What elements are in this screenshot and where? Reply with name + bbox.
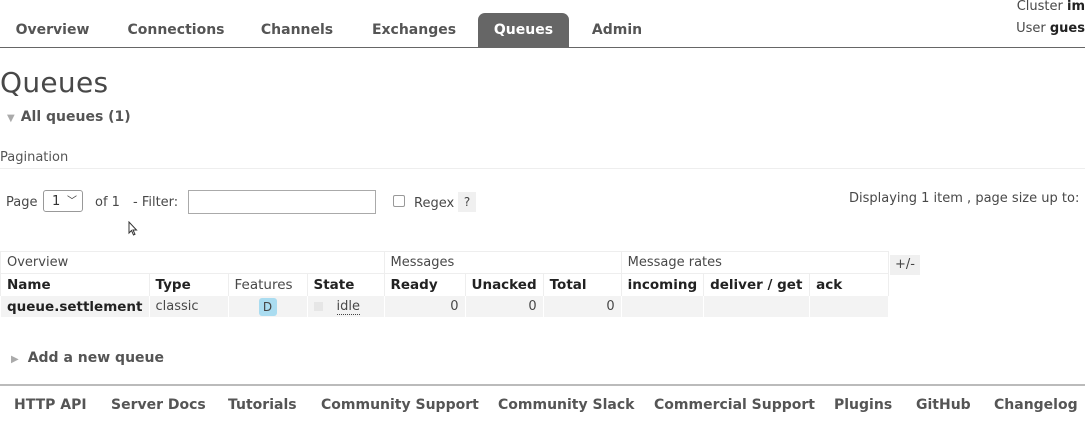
footer-link-community-support[interactable]: Community Support: [321, 397, 479, 413]
footer-link-github[interactable]: GitHub: [916, 397, 971, 413]
footer-link-server-docs[interactable]: Server Docs: [111, 397, 206, 413]
all-queues-toggle[interactable]: ▼ All queues (1): [7, 109, 131, 125]
col-total[interactable]: Total: [542, 273, 622, 296]
cluster-info: Cluster im User gues: [1016, 0, 1085, 40]
triangle-right-icon: ▶: [11, 354, 19, 365]
durable-badge: D: [258, 297, 277, 316]
group-overview: Overview: [0, 251, 385, 274]
col-features: Features: [227, 273, 308, 296]
filter-label: - Filter:: [133, 195, 179, 210]
queue-incoming: [620, 295, 705, 318]
col-deliver-get[interactable]: deliver / get: [703, 273, 811, 296]
page-count-label: of 1: [95, 195, 120, 210]
tab-overview[interactable]: Overview: [0, 13, 105, 47]
regex-label: Regex: [414, 196, 455, 211]
page-select[interactable]: 1 ﹀: [43, 190, 83, 212]
page-label: Page: [6, 195, 38, 210]
page-select-value: 1: [52, 194, 61, 209]
queue-name-link[interactable]: queue.settlement: [0, 295, 150, 318]
footer: HTTP API Server Docs Tutorials Community…: [0, 384, 1085, 437]
queue-ack: [809, 295, 890, 318]
tab-connections[interactable]: Connections: [116, 13, 236, 47]
add-queue-toggle[interactable]: ▶ Add a new queue: [11, 350, 164, 366]
queue-type: classic: [148, 295, 229, 318]
tab-channels[interactable]: Channels: [248, 13, 346, 47]
tab-admin[interactable]: Admin: [578, 13, 656, 47]
queue-unacked: 0: [464, 295, 544, 318]
col-name[interactable]: Name: [0, 273, 150, 296]
col-ready[interactable]: Ready: [383, 273, 466, 296]
footer-link-commercial-support[interactable]: Commercial Support: [654, 397, 815, 413]
toggle-columns-button[interactable]: +/-: [890, 255, 920, 275]
triangle-down-icon: ▼: [7, 113, 15, 124]
help-button[interactable]: ?: [458, 192, 476, 212]
footer-link-community-slack[interactable]: Community Slack: [498, 397, 634, 413]
col-state[interactable]: State: [306, 273, 385, 296]
group-messages: Messages: [383, 251, 622, 274]
displaying-text: Displaying 1 item , page size up to:: [849, 191, 1080, 206]
state-indicator-icon: [313, 302, 323, 311]
filter-input[interactable]: [188, 190, 376, 214]
user-value[interactable]: gues: [1050, 21, 1085, 36]
col-incoming[interactable]: incoming: [620, 273, 705, 296]
queue-total: 0: [542, 295, 622, 318]
mouse-cursor-icon: [128, 221, 138, 236]
cluster-label: Cluster: [1016, 0, 1063, 14]
page-title: Queues: [0, 66, 109, 99]
all-queues-label: All queues (1): [20, 109, 131, 125]
table-row: queue.settlement classic D idle 0 0 0: [0, 295, 890, 318]
chevron-down-icon: ﹀: [67, 196, 77, 207]
regex-checkbox[interactable]: [393, 195, 405, 207]
queue-features: D: [227, 295, 308, 318]
queue-state: idle: [306, 295, 385, 318]
col-ack[interactable]: ack: [809, 273, 890, 296]
divider: [0, 168, 1085, 169]
footer-link-http-api[interactable]: HTTP API: [14, 397, 87, 413]
pagination-heading: Pagination: [0, 150, 69, 165]
col-type[interactable]: Type: [148, 273, 229, 296]
col-unacked[interactable]: Unacked: [464, 273, 544, 296]
top-nav: Overview Connections Channels Exchanges …: [0, 0, 1085, 48]
cluster-value[interactable]: im: [1067, 0, 1085, 14]
footer-link-changelog[interactable]: Changelog: [994, 397, 1078, 413]
pagination-bar: Page 1 ﹀ of 1 - Filter: Regex ? Displayi…: [0, 189, 1085, 215]
add-queue-label: Add a new queue: [27, 350, 164, 366]
footer-link-plugins[interactable]: Plugins: [834, 397, 892, 413]
footer-link-tutorials[interactable]: Tutorials: [228, 397, 297, 413]
tab-exchanges[interactable]: Exchanges: [358, 13, 470, 47]
state-label: idle: [336, 299, 360, 315]
queue-ready: 0: [383, 295, 466, 318]
queues-table: Overview Messages Message rates Name Typ…: [0, 251, 890, 318]
group-message-rates: Message rates: [620, 251, 890, 274]
user-label: User: [1016, 21, 1046, 36]
queue-deliver-get: [703, 295, 811, 318]
tab-queues[interactable]: Queues: [478, 13, 569, 47]
